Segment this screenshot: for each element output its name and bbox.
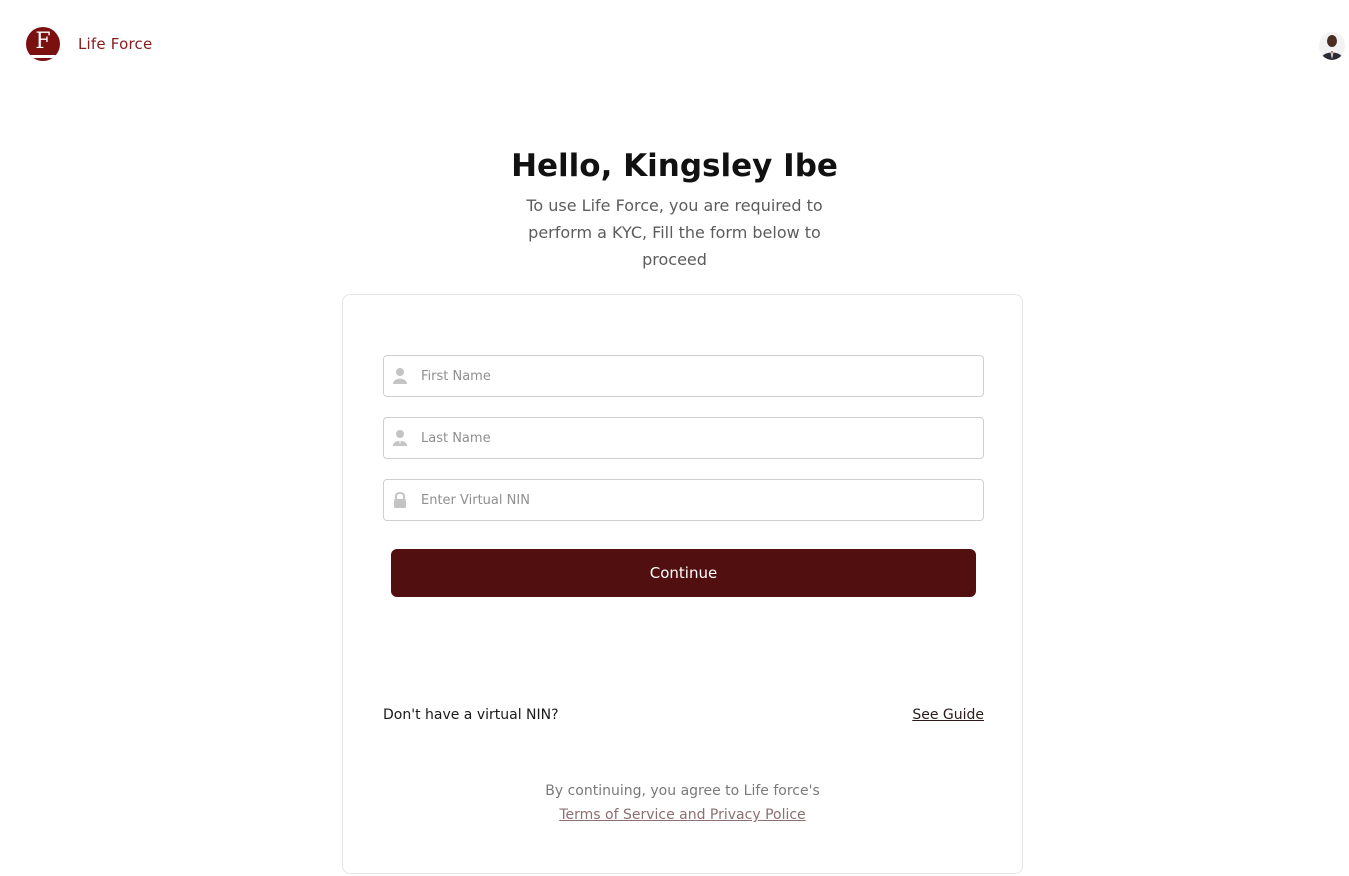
terms-privacy-link[interactable]: Terms of Service and Privacy Police bbox=[559, 807, 805, 823]
logo-letter: F bbox=[35, 29, 51, 54]
nin-help-row: Don't have a virtual NIN? See Guide bbox=[383, 707, 984, 729]
lock-icon bbox=[394, 492, 406, 508]
page-subtitle: To use Life Force, you are required to p… bbox=[526, 196, 823, 269]
user-icon bbox=[393, 368, 407, 384]
page-title: Hello, Kingsley Ibe bbox=[511, 148, 838, 184]
virtual-nin-input[interactable] bbox=[421, 480, 976, 520]
user-tie-icon bbox=[393, 430, 407, 446]
brand-logo: F bbox=[26, 27, 60, 61]
nin-help-question: Don't have a virtual NIN? bbox=[383, 707, 559, 723]
logo-band bbox=[26, 55, 60, 58]
brand-name: Life Force bbox=[78, 35, 153, 53]
terms-notice: By continuing, you agree to Life force's… bbox=[343, 779, 1022, 827]
last-name-field[interactable] bbox=[383, 417, 984, 459]
first-name-input[interactable] bbox=[421, 356, 976, 396]
brand-home-link[interactable]: F Life Force bbox=[26, 27, 152, 61]
last-name-input[interactable] bbox=[421, 418, 976, 458]
see-guide-link[interactable]: See Guide bbox=[912, 707, 984, 723]
first-name-field[interactable] bbox=[383, 355, 984, 397]
virtual-nin-field[interactable] bbox=[383, 479, 984, 521]
terms-text: By continuing, you agree to Life force's bbox=[545, 783, 820, 799]
top-bar: F Life Force bbox=[0, 0, 1349, 90]
user-avatar[interactable] bbox=[1319, 32, 1345, 60]
kyc-form-card: Continue Don't have a virtual NIN? See G… bbox=[342, 294, 1023, 874]
continue-button[interactable]: Continue bbox=[391, 549, 976, 597]
avatar-image bbox=[1319, 32, 1345, 60]
greeting-section: Hello, Kingsley Ibe To use Life Force, y… bbox=[0, 140, 1349, 273]
